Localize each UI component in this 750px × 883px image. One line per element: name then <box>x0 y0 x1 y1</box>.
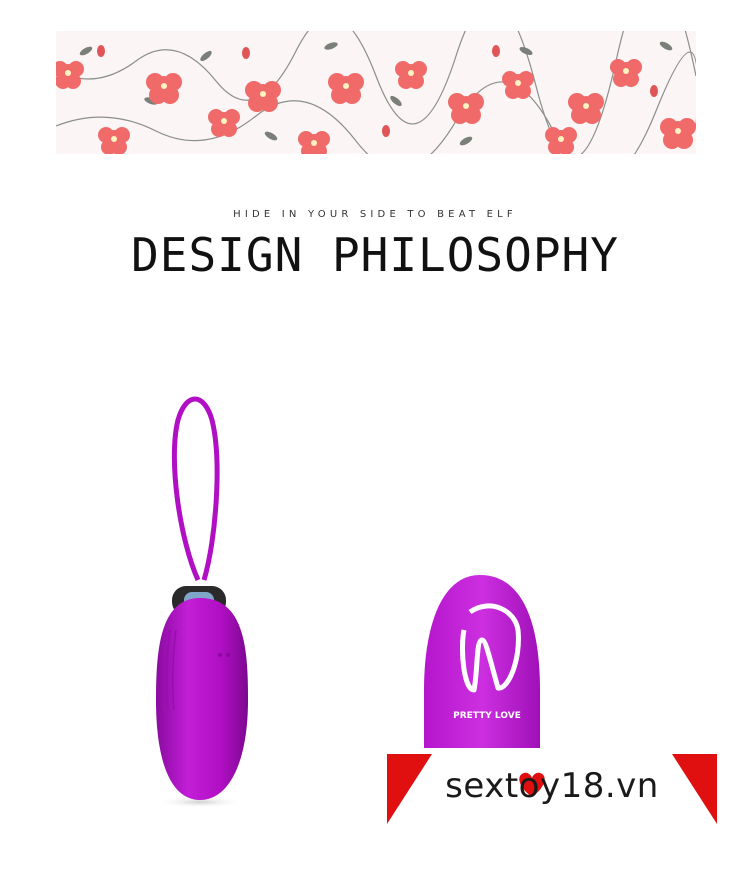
egg-cord <box>171 396 220 582</box>
product-illustration: PRETTY LOVE <box>155 396 540 808</box>
remote-brand-label: PRETTY LOVE <box>453 711 521 721</box>
watermark-text: sextoy18.vn <box>445 766 659 806</box>
vibrating-egg <box>155 586 248 808</box>
remote-control: PRETTY LOVE <box>424 575 540 748</box>
watermark: sextoy18.vn <box>387 754 717 824</box>
